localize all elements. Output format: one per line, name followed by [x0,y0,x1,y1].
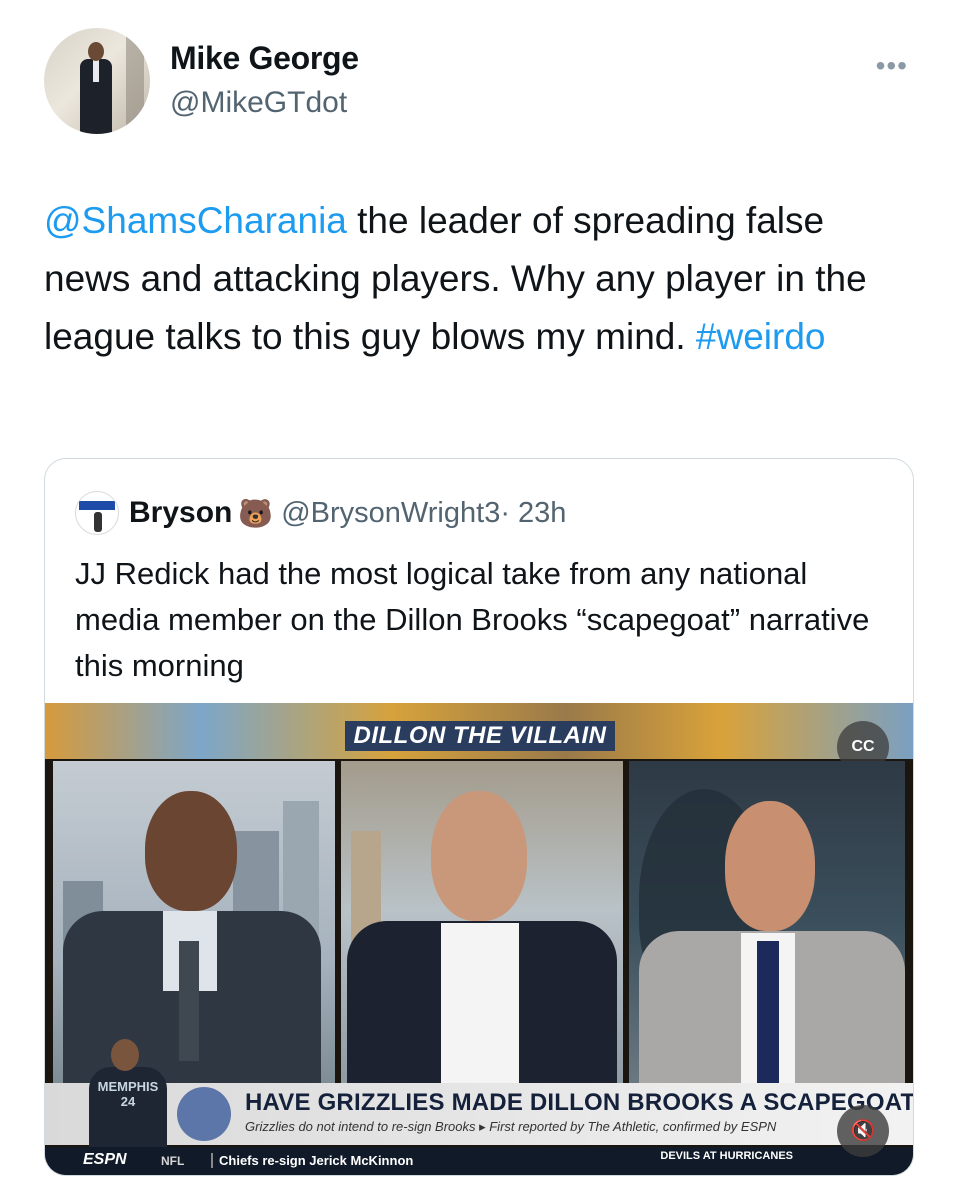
espn-logo: ESPN [83,1151,127,1168]
quoted-author-avatar[interactable] [75,491,119,535]
quoted-tweet-header: Bryson 🐻 @BrysonWright3 · 23h [75,491,566,535]
author-handle[interactable]: @MikeGTdot [170,86,347,120]
ticker-text: Chiefs re-sign Jerick McKinnon [211,1153,413,1168]
video-panel-right [629,761,905,1091]
quoted-author-name[interactable]: Bryson [129,496,232,530]
hashtag-link[interactable]: #weirdo [696,316,826,357]
player-graphic: MEMPHIS 24 [81,1039,175,1147]
news-ticker: ESPN NFL Chiefs re-sign Jerick McKinnon … [45,1147,913,1175]
mention-link[interactable]: @ShamsCharania [44,200,347,241]
video-panel-center [341,761,623,1091]
bear-emoji-icon: 🐻 [238,497,274,529]
quoted-tweet-card[interactable]: Bryson 🐻 @BrysonWright3 · 23h JJ Redick … [44,458,914,1176]
jersey-text: MEMPHIS 24 [89,1067,167,1147]
video-headline: HAVE GRIZZLIES MADE DILLON BROOKS A SCAP… [245,1089,913,1116]
more-options-icon[interactable]: ••• [876,50,908,82]
video-subline: Grizzlies do not intend to re-sign Brook… [245,1119,777,1134]
author-name[interactable]: Mike George [170,40,359,77]
quoted-tweet-time: · 23h [500,496,567,529]
quoted-tweet-text: JJ Redick had the most logical take from… [75,556,870,683]
author-avatar[interactable] [44,28,150,134]
speaker-muted-icon[interactable]: 🔇 [837,1105,889,1157]
video-banner: DILLON THE VILLAIN [45,703,913,759]
quoted-author-handle[interactable]: @BrysonWright3 [281,497,500,530]
ticker-league: NFL [161,1154,185,1168]
ticker-right: DEVILS AT HURRICANES [660,1150,793,1162]
tweet-text: @ShamsCharania the leader of spreading f… [44,192,914,366]
grizzlies-logo-icon [177,1087,231,1141]
banner-title: DILLON THE VILLAIN [345,721,615,751]
video-player[interactable]: DILLON THE VILLAIN CC MEMPHIS 24 HAVE GR… [45,703,913,1175]
tweet-header: Mike George @MikeGTdot ••• [44,28,914,134]
